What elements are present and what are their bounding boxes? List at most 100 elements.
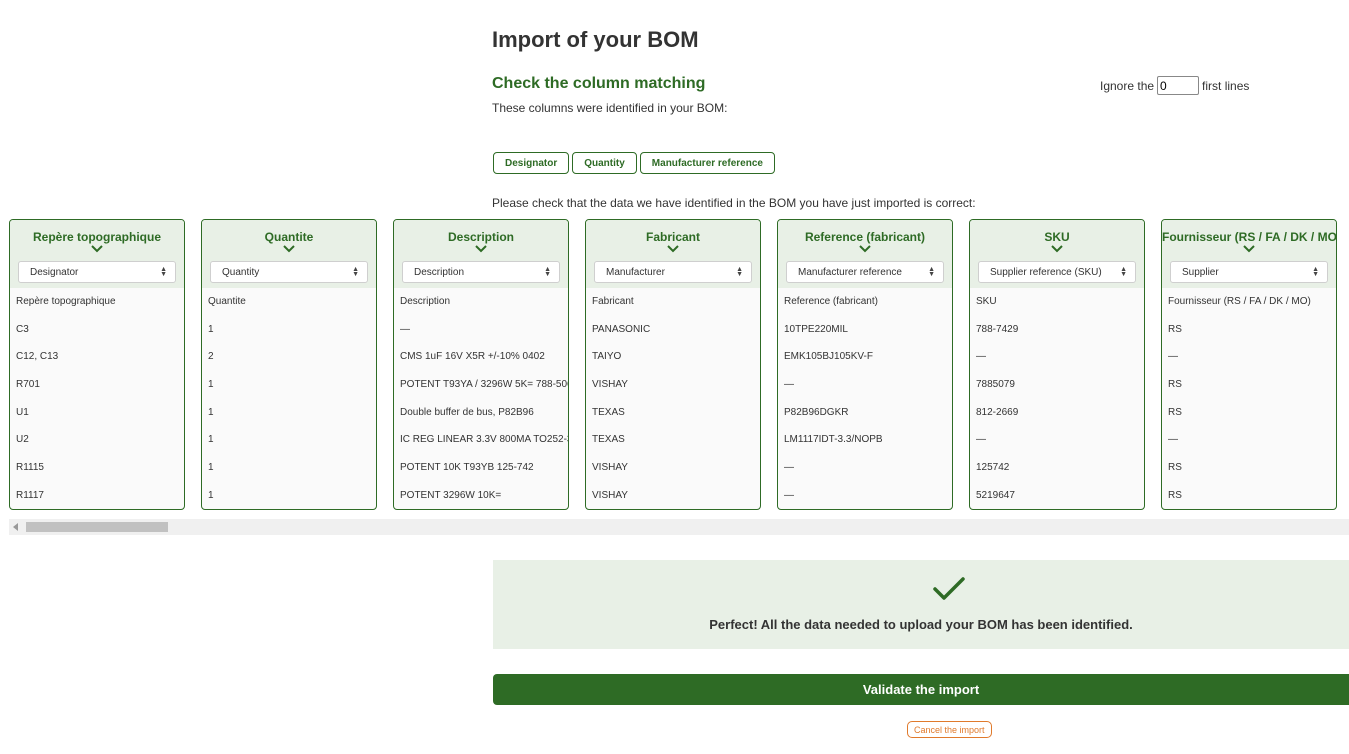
column-cell: — [400,323,410,335]
column-cell: 788-7429 [976,323,1019,335]
column-header: Fabricant Manufacturer ▲ ▼ [586,220,760,288]
chip-designator[interactable]: Designator [493,152,570,174]
column-card: Fabricant Manufacturer ▲ ▼ Fabricant PANAS… [585,219,761,510]
column-cell: EMK105BJ105KV-F [784,351,873,363]
column-cell: POTENT 10K T93YB 125-742 [400,462,534,474]
column-cells: SKU 788-7429 — 7885079 812-2669 — 125742… [970,288,1144,509]
ignore-lines-control: Ignore the first lines [1100,76,1249,95]
column-mapping-list: Repère topographique Designator ▲ ▼ Repère… [9,219,1337,510]
column-cell: — [784,462,794,474]
scrollbar-thumb[interactable] [26,522,168,532]
column-cell: Quantite [208,296,246,307]
column-cell: — [1168,351,1178,363]
column-title: Repère topographique [32,230,161,244]
column-cell: R1115 [16,462,44,474]
column-type-select[interactable]: Supplier reference (SKU) ▲ ▼ [978,261,1136,283]
column-cell: — [1168,434,1178,446]
column-cell: Fournisseur (RS / FA / DK / MO) [1168,296,1311,307]
column-cell: P82B96DGKR [784,406,849,418]
column-cell: CMS 1uF 16V X5R +/-10% 0402 [400,351,545,363]
column-cell: 1 [208,379,214,391]
column-header: Fournisseur (RS / FA / DK / MO) Supplier… [1162,220,1336,288]
ignore-lines-suffix: first lines [1202,78,1250,93]
chevron-down-icon[interactable] [1162,244,1336,254]
column-card: Repère topographique Designator ▲ ▼ Repère… [9,219,185,510]
sort-arrows-icon: ▲ ▼ [1312,266,1319,278]
column-cell: VISHAY [592,462,628,474]
sort-arrows-icon: ▲ ▼ [736,266,743,278]
column-cells: Repère topographique C3 C12, C13 R701 U1… [10,288,184,509]
column-cell: LM1117IDT-3.3/NOPB [784,434,883,446]
column-cell: TEXAS [592,406,625,418]
column-type-select[interactable]: Manufacturer ▲ ▼ [594,261,752,283]
checkmark-icon [933,577,965,606]
column-cell: 7885079 [976,379,1015,391]
chevron-down-icon[interactable] [970,244,1144,254]
chip-manufacturer-reference[interactable]: Manufacturer reference [639,152,775,174]
column-cell: — [784,489,794,501]
column-cell: PANASONIC [592,323,651,335]
column-title: Fournisseur (RS / FA / DK / MO) [1162,230,1336,244]
validate-import-button[interactable]: Validate the import [493,674,1349,705]
identified-columns-chips: Designator Quantity Manufacturer referen… [493,152,775,174]
column-cell: RS [1168,323,1182,335]
sort-arrows-icon: ▲ ▼ [1120,266,1127,278]
ignore-lines-input[interactable] [1157,76,1200,95]
cancel-import-button[interactable]: Cancel the import [907,721,992,738]
chevron-down-icon[interactable] [10,244,184,254]
column-cells: Fabricant PANASONIC TAIYO VISHAY TEXAS T… [586,288,760,509]
column-cell: 1 [208,323,214,335]
column-cell: VISHAY [592,379,628,391]
column-cell: Description [400,296,451,307]
column-type-select[interactable]: Manufacturer reference ▲ ▼ [786,261,944,283]
column-cell: TAIYO [592,351,622,363]
column-cell: U1 [16,406,29,418]
column-card: Description Description ▲ ▼ Description — … [393,219,569,510]
ignore-lines-prefix: Ignore the [1100,78,1155,93]
column-cell: IC REG LINEAR 3.3V 800MA TO252-3 [400,434,568,446]
column-cell: — [976,351,986,363]
sort-arrows-icon: ▲ ▼ [352,266,359,278]
column-header: Description Description ▲ ▼ [394,220,568,288]
column-cell: Repère topographique [16,296,116,307]
column-cell: 1 [208,489,214,501]
column-title: Reference (fabricant) [804,230,926,244]
column-type-value: Manufacturer [606,266,665,278]
column-cell: RS [1168,406,1182,418]
column-cell: SKU [976,296,997,307]
column-type-value: Supplier reference (SKU) [990,266,1102,278]
column-header: SKU Supplier reference (SKU) ▲ ▼ [970,220,1144,288]
column-cell: C3 [16,323,29,335]
column-cells: Description — CMS 1uF 16V X5R +/-10% 040… [394,288,568,509]
column-type-select[interactable]: Supplier ▲ ▼ [1170,261,1328,283]
column-type-select[interactable]: Quantity ▲ ▼ [210,261,368,283]
column-cell: RS [1168,489,1182,501]
column-cell: C12, C13 [16,351,59,363]
column-cell: RS [1168,379,1182,391]
column-cells: Fournisseur (RS / FA / DK / MO) RS — RS … [1162,288,1336,509]
column-title: SKU [1044,230,1070,244]
column-cell: VISHAY [592,489,628,501]
column-matching-subtitle: Check the column matching [492,75,706,92]
chevron-down-icon[interactable] [202,244,376,254]
chevron-down-icon[interactable] [394,244,568,254]
chip-quantity[interactable]: Quantity [572,152,637,174]
column-header: Quantite Quantity ▲ ▼ [202,220,376,288]
scroll-left-arrow-icon[interactable] [13,523,18,531]
column-type-value: Quantity [222,266,260,278]
column-header: Reference (fabricant) Manufacturer refer… [778,220,952,288]
column-card: Reference (fabricant) Manufacturer refer… [777,219,953,510]
check-data-text: Please check that the data we have ident… [492,196,976,210]
column-cell: 1 [208,434,214,446]
page-title: Import of your BOM [492,27,699,52]
column-cell: 812-2669 [976,406,1019,418]
column-cell: — [976,434,986,446]
column-type-select[interactable]: Description ▲ ▼ [402,261,560,283]
chevron-down-icon[interactable] [586,244,760,254]
column-type-select[interactable]: Designator ▲ ▼ [18,261,176,283]
column-cell: POTENT T93YA / 3296W 5K= 788-5060 [400,379,568,391]
chevron-down-icon[interactable] [778,244,952,254]
horizontal-scrollbar[interactable] [9,519,1349,535]
column-cell: TEXAS [592,434,625,446]
column-type-value: Description [414,266,465,278]
